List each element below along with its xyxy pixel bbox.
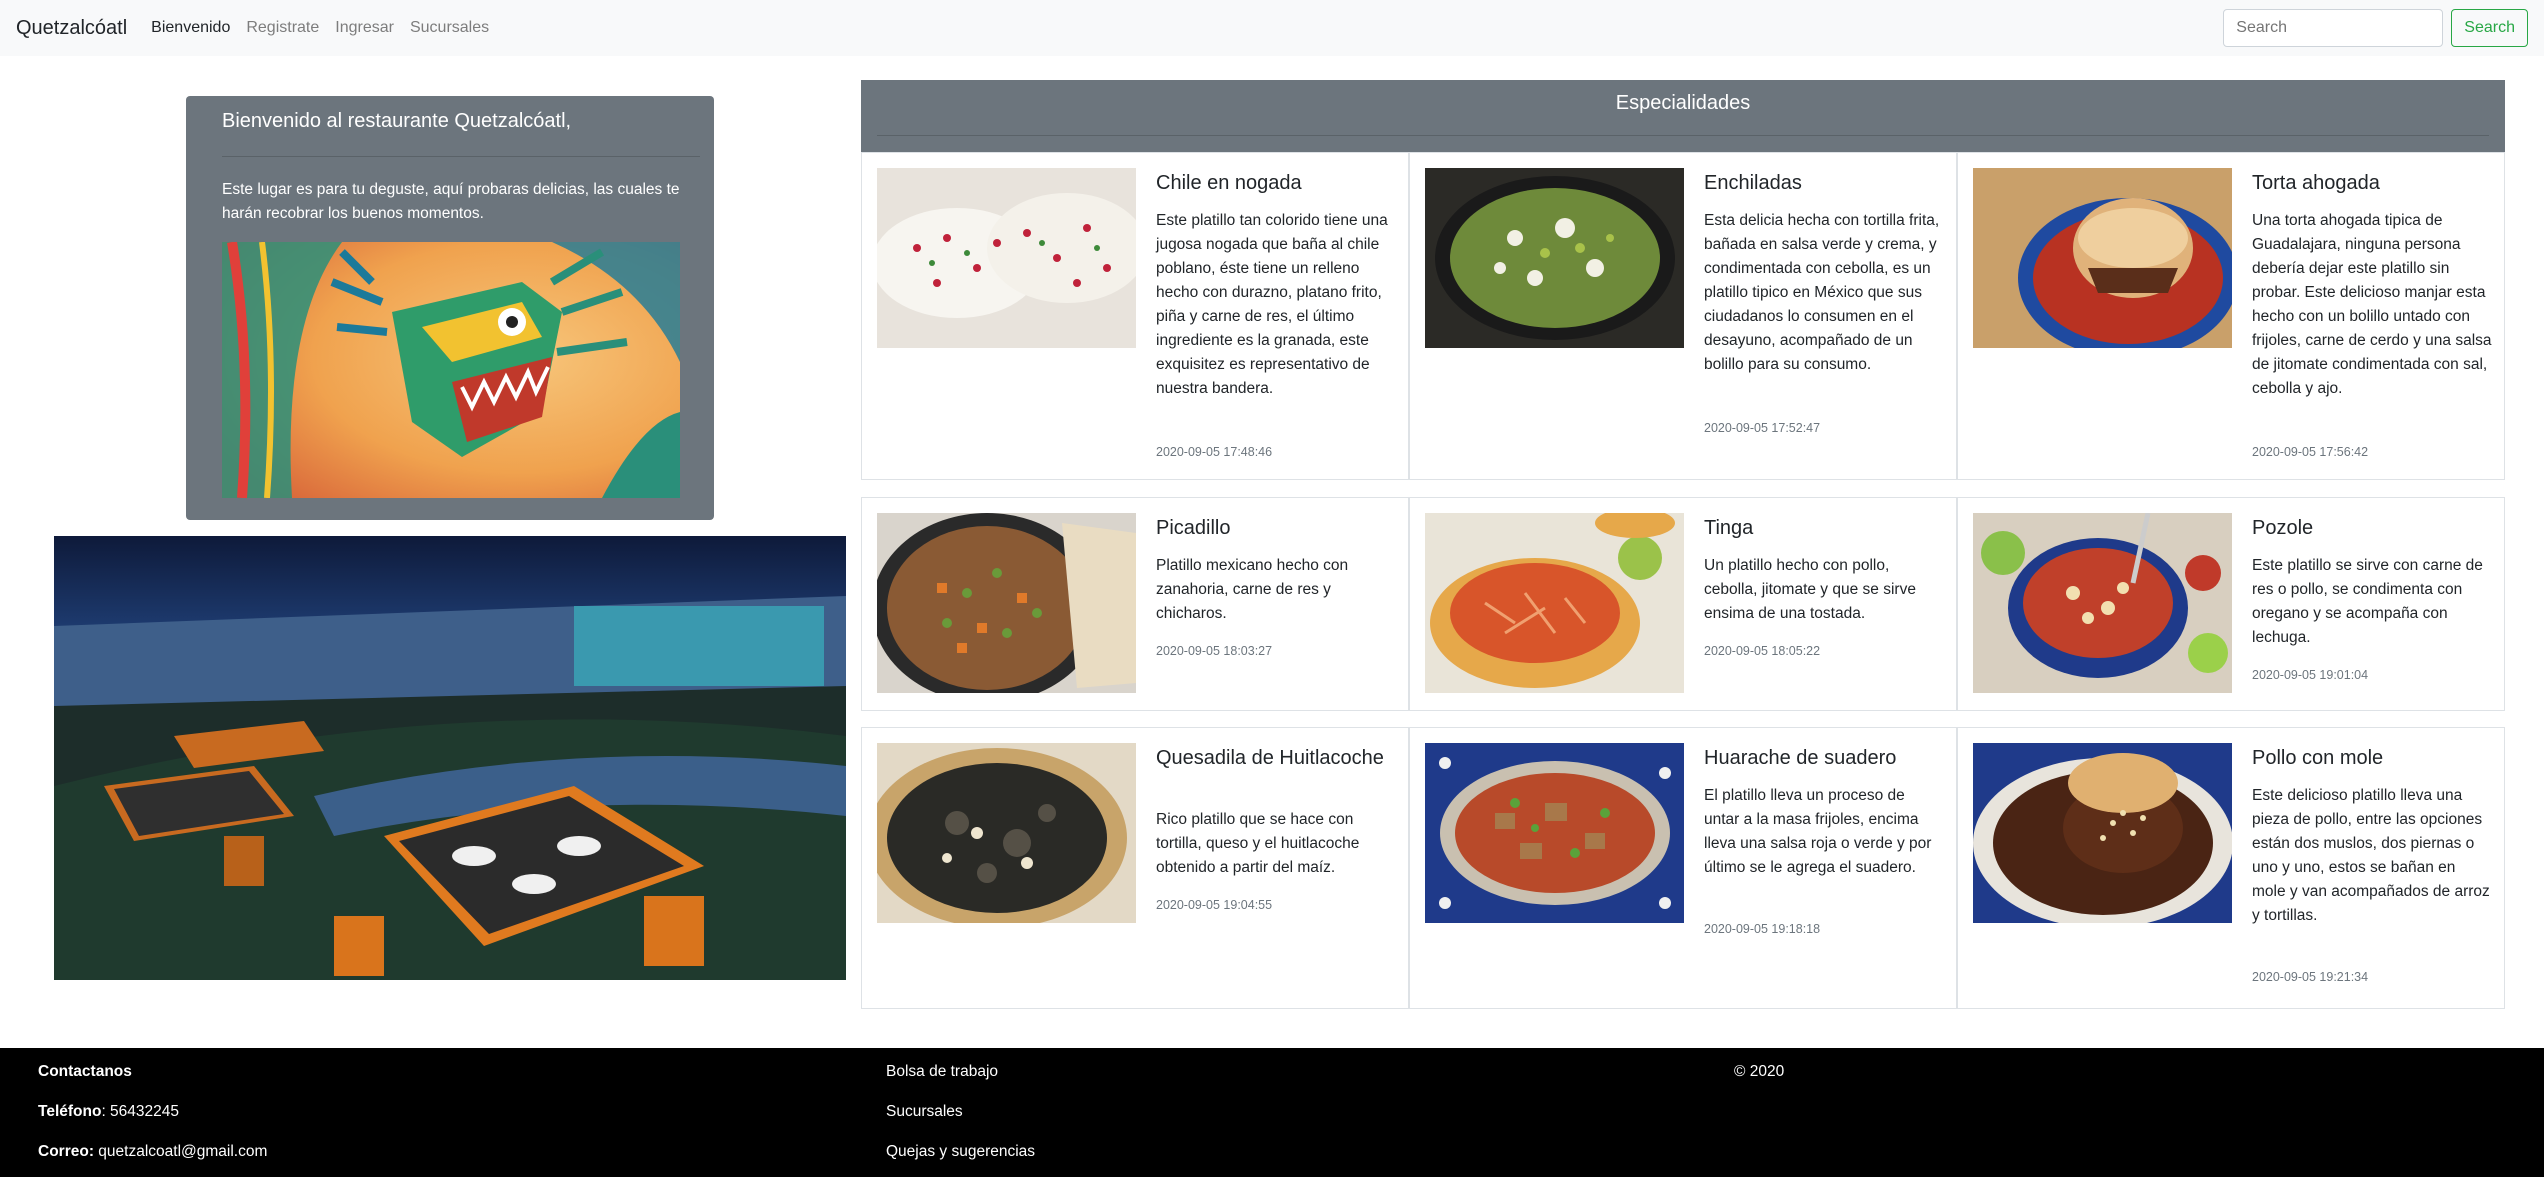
dish-description: Un platillo hecho con pollo, cebolla, ji… [1704, 557, 1916, 622]
nav-link-registrate[interactable]: Registrate [246, 19, 319, 37]
welcome-title: Bienvenido al restaurante Quetzalcóatl, [222, 110, 572, 132]
search-button[interactable]: Search [2451, 9, 2528, 47]
navbar: Quetzalcóatl Bienvenido Registrate Ingre… [0, 0, 2544, 56]
email-value: quetzalcoatl@gmail.com [93, 1143, 268, 1160]
phone-line: Teléfono: 56432245 [38, 1100, 267, 1140]
dish-title: Torta ahogada [2252, 172, 2380, 194]
dish-title: Enchiladas [1704, 172, 1802, 194]
dish-card: Huarache de suadero El platillo lleva un… [1409, 727, 1957, 1009]
footer-links: Bolsa de trabajo Sucursales Quejas y sug… [886, 1060, 1035, 1177]
dish-date: 2020-09-05 17:52:47 [1704, 421, 1821, 435]
specialties-header: Especialidades [861, 80, 2505, 152]
dish-title: Picadillo [1156, 517, 1231, 539]
email-line: Correo: quetzalcoatl@gmail.com [38, 1140, 267, 1177]
nav-link-ingresar[interactable]: Ingresar [335, 19, 394, 37]
dish-date: 2020-09-05 17:48:46 [1156, 445, 1273, 459]
restaurant-interior-image [54, 536, 846, 980]
specialties-divider [877, 135, 2489, 136]
copyright-text: © 2020 [1734, 1063, 1785, 1080]
footer-link-sucursales[interactable]: Sucursales [886, 1100, 1035, 1140]
dish-date: 2020-09-05 19:21:34 [2252, 970, 2369, 984]
brand-link[interactable]: Quetzalcóatl [16, 17, 127, 40]
dish-card: Enchiladas Esta delicia hecha con tortil… [1409, 152, 1957, 480]
dish-date: 2020-09-05 19:04:55 [1156, 898, 1273, 912]
welcome-divider [222, 156, 700, 157]
contact-heading: Contactanos [38, 1063, 132, 1080]
dish-title: Quesadila de Huitlacoche [1156, 747, 1384, 769]
quesadilla-huitlacoche-image [877, 743, 1136, 923]
welcome-text: Este lugar es para tu deguste, aquí prob… [222, 181, 680, 222]
quetzalcoatl-image [222, 242, 680, 498]
footer: Contactanos Teléfono: 56432245 Correo: q… [0, 1048, 2544, 1177]
dish-title: Huarache de suadero [1704, 747, 1897, 769]
dish-date: 2020-09-05 19:18:18 [1704, 922, 1821, 936]
dish-card: Quesadila de Huitlacoche Rico platillo q… [861, 727, 1409, 1009]
footer-copyright: © 2020 [1734, 1060, 1784, 1100]
welcome-card: Bienvenido al restaurante Quetzalcóatl, … [186, 96, 714, 520]
email-label: Correo: [38, 1143, 94, 1160]
specialties-title: Especialidades [1615, 92, 1751, 114]
dish-description: Platillo mexicano hecho con zanahoria, c… [1156, 557, 1349, 622]
torta-ahogada-image [1973, 168, 2232, 348]
dish-card: Tinga Un platillo hecho con pollo, cebol… [1409, 497, 1957, 711]
huarache-suadero-image [1425, 743, 1684, 923]
dish-date: 2020-09-05 17:56:42 [2252, 445, 2369, 459]
dish-description: Una torta ahogada tipica de Guadalajara,… [2252, 212, 2492, 397]
nav-link-sucursales[interactable]: Sucursales [410, 19, 489, 37]
dish-description: Este delicioso platillo lleva una pieza … [2252, 787, 2490, 924]
pozole-image [1973, 513, 2232, 693]
dish-description: Esta delicia hecha con tortilla frita, b… [1704, 212, 1940, 373]
pollo-con-mole-image [1973, 743, 2232, 923]
dish-title: Pozole [2252, 517, 2314, 539]
dish-card: Chile en nogada Este platillo tan colori… [861, 152, 1409, 480]
footer-link-bolsa[interactable]: Bolsa de trabajo [886, 1060, 1035, 1100]
enchiladas-image [1425, 168, 1684, 348]
dish-title: Chile en nogada [1156, 172, 1302, 194]
footer-link-quejas[interactable]: Quejas y sugerencias [886, 1140, 1035, 1177]
tinga-image [1425, 513, 1684, 693]
dish-title: Tinga [1704, 517, 1754, 539]
search-input[interactable] [2223, 9, 2444, 47]
chile-en-nogada-image [877, 168, 1136, 348]
dish-description: Este platillo tan colorido tiene una jug… [1156, 212, 1388, 397]
search-form: Search [2223, 9, 2528, 47]
picadillo-image [877, 513, 1136, 693]
dish-title: Pollo con mole [2252, 747, 2384, 769]
dish-card: Pollo con mole Este delicioso platillo l… [1957, 727, 2505, 1009]
footer-contact: Contactanos Teléfono: 56432245 Correo: q… [38, 1060, 267, 1177]
dish-card: Torta ahogada Una torta ahogada tipica d… [1957, 152, 2505, 480]
dish-description: Este platillo se sirve con carne de res … [2252, 557, 2483, 646]
dish-card: Picadillo Platillo mexicano hecho con za… [861, 497, 1409, 711]
dish-description: Rico platillo que se hace con tortilla, … [1156, 811, 1360, 876]
dish-date: 2020-09-05 18:05:22 [1704, 644, 1821, 658]
phone-label: Teléfono [38, 1103, 102, 1120]
dish-description: El platillo lleva un proceso de untar a … [1704, 787, 1932, 876]
nav-link-bienvenido[interactable]: Bienvenido [151, 19, 230, 37]
dish-date: 2020-09-05 18:03:27 [1156, 644, 1273, 658]
dish-card: Pozole Este platillo se sirve con carne … [1957, 497, 2505, 711]
phone-value: : 56432245 [101, 1103, 180, 1120]
dish-date: 2020-09-05 19:01:04 [2252, 668, 2369, 682]
